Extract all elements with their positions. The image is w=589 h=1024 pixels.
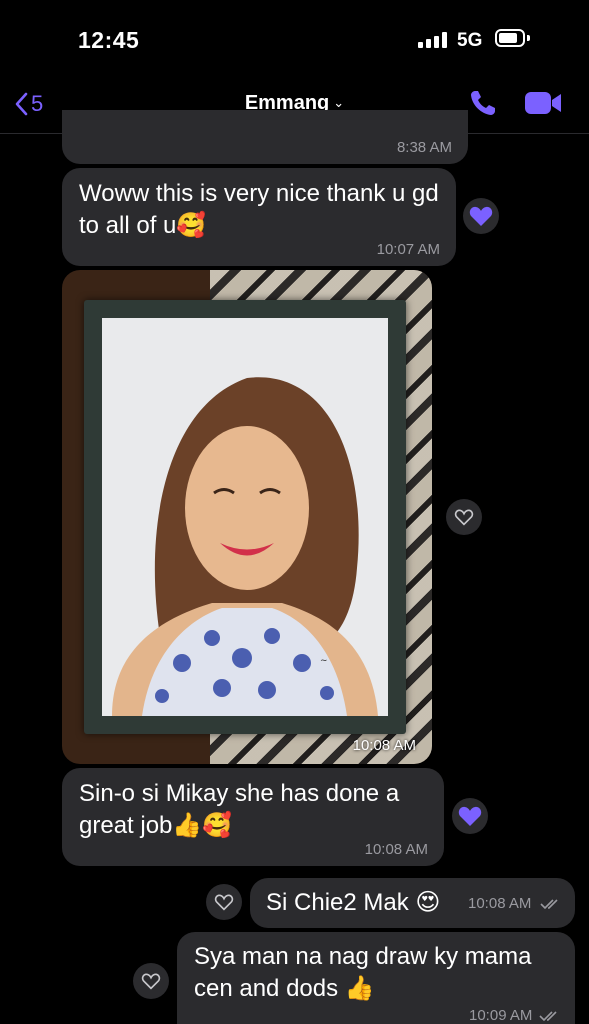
message-bubble[interactable]: Sya man na nag draw ky mama cen and dods… <box>177 932 575 1024</box>
portrait-drawing: ~ <box>102 318 388 716</box>
message-text: Sin-o si Mikay she has done a great job👍… <box>79 780 400 839</box>
message-time: 10:08 AM <box>352 737 416 754</box>
reaction-heart-icon[interactable] <box>463 198 499 234</box>
message-bubble[interactable]: Si Chie2 Mak 😍 10:08 AM <box>250 878 575 928</box>
status-time: 12:45 <box>78 27 140 53</box>
message-time: 10:08 AM <box>364 841 428 858</box>
network-label: 5G <box>457 30 483 51</box>
message-text: Woww this is very nice thank u gd to all… <box>79 180 439 239</box>
message-bubble[interactable]: Sin-o si Mikay she has done a great job👍… <box>62 768 444 866</box>
battery-tip <box>527 35 530 41</box>
add-reaction-icon[interactable] <box>133 963 169 999</box>
phone-call-icon[interactable] <box>468 88 498 118</box>
message-bubble[interactable]: Woww this is very nice thank u gd to all… <box>62 168 456 266</box>
message-time: 8:38 AM <box>396 139 452 156</box>
add-reaction-icon[interactable] <box>446 499 482 535</box>
add-reaction-icon[interactable] <box>206 884 242 920</box>
image-message[interactable]: ~ 10:08 AM <box>62 270 432 764</box>
message-bubble[interactable]: 8:38 AM <box>62 110 468 164</box>
video-call-icon[interactable] <box>523 88 563 118</box>
battery-icon <box>495 29 525 47</box>
signal-icon <box>418 32 448 48</box>
message-time: 10:09 AM <box>469 1007 533 1024</box>
chevron-down-icon: ⌄ <box>333 95 345 110</box>
read-receipt-icon <box>540 899 558 910</box>
read-receipt-icon <box>539 1011 557 1022</box>
message-text: Si Chie2 Mak 😍 <box>266 889 441 916</box>
svg-text:~: ~ <box>320 656 328 666</box>
reaction-heart-icon[interactable] <box>452 798 488 834</box>
message-text: Sya man na nag draw ky mama cen and dods… <box>194 943 532 1002</box>
message-time: 10:07 AM <box>376 241 440 258</box>
message-time: 10:08 AM <box>468 895 532 912</box>
picture-frame: ~ <box>84 300 406 734</box>
